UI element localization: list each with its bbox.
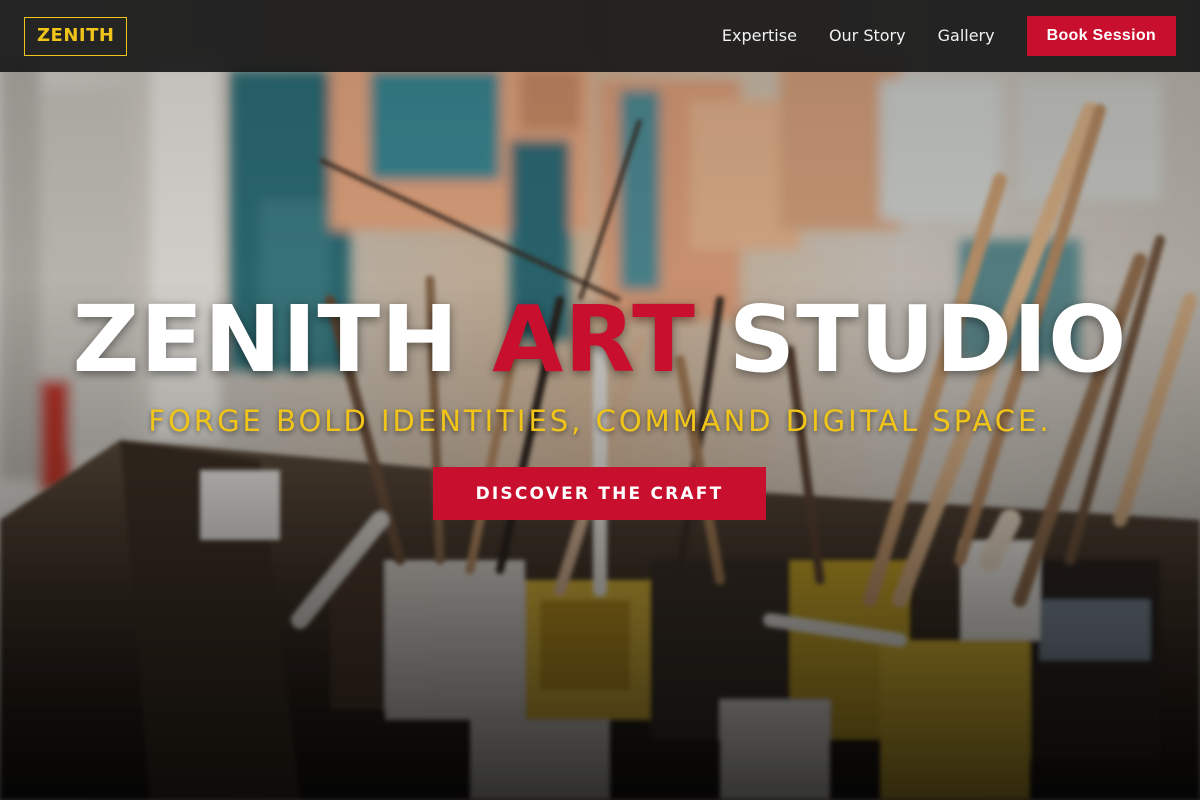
nav-link-expertise[interactable]: Expertise (722, 26, 797, 46)
hero-title-part-zenith: ZENITH (72, 286, 493, 393)
nav-menu: Expertise Our Story Gallery Book Session (722, 16, 1176, 56)
hero-title-accent-art: ART (492, 286, 696, 393)
hero-subtitle: FORGE BOLD IDENTITIES, COMMAND DIGITAL S… (148, 404, 1052, 438)
nav-link-our-story[interactable]: Our Story (829, 26, 906, 46)
brand-logo[interactable]: ZENITH (24, 16, 128, 56)
hero-title: ZENITH ART STUDIO (0, 288, 1200, 392)
top-navbar: ZENITH Expertise Our Story Gallery Book … (0, 0, 1200, 72)
discover-the-craft-button[interactable]: DISCOVER THE CRAFT (433, 467, 766, 520)
hero-title-part-studio: STUDIO (695, 286, 1128, 393)
landing-page: ZENITH Expertise Our Story Gallery Book … (0, 0, 1200, 800)
book-session-button[interactable]: Book Session (1026, 16, 1176, 56)
nav-link-gallery[interactable]: Gallery (938, 26, 995, 46)
hero-section: ZENITH ART STUDIO FORGE BOLD IDENTITIES,… (0, 0, 1200, 800)
